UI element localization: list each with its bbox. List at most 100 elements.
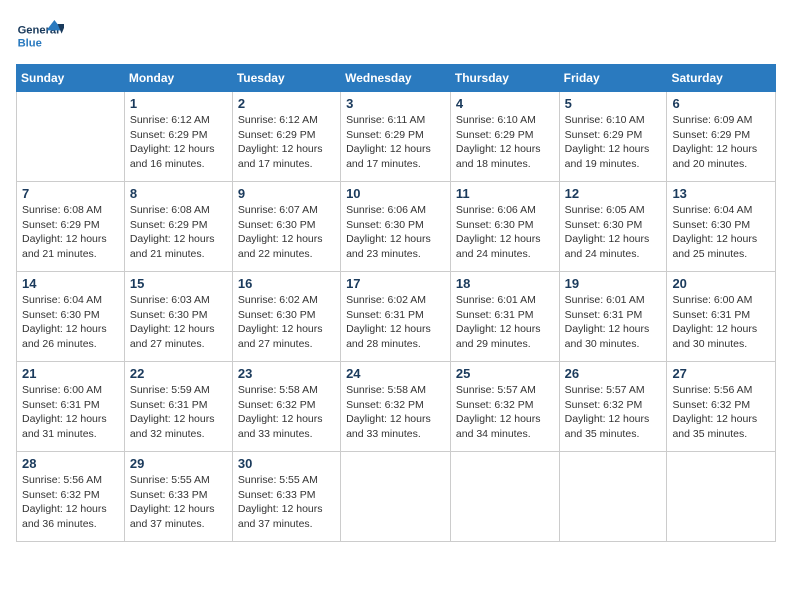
day-number: 8 — [130, 186, 227, 201]
logo: General Blue — [16, 16, 68, 56]
day-number: 12 — [565, 186, 662, 201]
day-info: Sunrise: 5:58 AMSunset: 6:32 PMDaylight:… — [238, 383, 335, 442]
day-number: 14 — [22, 276, 119, 291]
day-header-monday: Monday — [124, 65, 232, 92]
calendar-cell: 14 Sunrise: 6:04 AMSunset: 6:30 PMDayligh… — [17, 272, 125, 362]
calendar-cell: 24 Sunrise: 5:58 AMSunset: 6:32 PMDayligh… — [341, 362, 451, 452]
calendar-cell: 20 Sunrise: 6:00 AMSunset: 6:31 PMDayligh… — [667, 272, 776, 362]
calendar-cell — [559, 452, 667, 542]
day-info: Sunrise: 5:55 AMSunset: 6:33 PMDaylight:… — [130, 473, 227, 532]
day-number: 20 — [672, 276, 770, 291]
day-info: Sunrise: 5:56 AMSunset: 6:32 PMDaylight:… — [22, 473, 119, 532]
day-header-tuesday: Tuesday — [232, 65, 340, 92]
calendar-cell: 18Sunrise: 6:01 AMSunset: 6:31 PMDayligh… — [450, 272, 559, 362]
calendar-week-row: 28 Sunrise: 5:56 AMSunset: 6:32 PMDayligh… — [17, 452, 776, 542]
calendar-week-row: 1 Sunrise: 6:12 AMSunset: 6:29 PMDaylight… — [17, 92, 776, 182]
day-info: Sunrise: 5:58 AMSunset: 6:32 PMDaylight:… — [346, 383, 445, 442]
calendar-week-row: 21 Sunrise: 6:00 AMSunset: 6:31 PMDayligh… — [17, 362, 776, 452]
calendar-week-row: 7 Sunrise: 6:08 AMSunset: 6:29 PMDaylight… — [17, 182, 776, 272]
calendar-cell: 16 Sunrise: 6:02 AMSunset: 6:30 PMDayligh… — [232, 272, 340, 362]
day-info: Sunrise: 6:08 AMSunset: 6:29 PMDaylight:… — [22, 203, 119, 262]
calendar-cell: 8 Sunrise: 6:08 AMSunset: 6:29 PMDaylight… — [124, 182, 232, 272]
calendar-cell: 28 Sunrise: 5:56 AMSunset: 6:32 PMDayligh… — [17, 452, 125, 542]
calendar-cell: 17Sunrise: 6:02 AMSunset: 6:31 PMDayligh… — [341, 272, 451, 362]
day-number: 16 — [238, 276, 335, 291]
calendar-cell: 30Sunrise: 5:55 AMSunset: 6:33 PMDayligh… — [232, 452, 340, 542]
header: General Blue — [16, 16, 776, 56]
calendar-cell: 19 Sunrise: 6:01 AMSunset: 6:31 PMDayligh… — [559, 272, 667, 362]
calendar-cell — [667, 452, 776, 542]
calendar-cell: 7 Sunrise: 6:08 AMSunset: 6:29 PMDaylight… — [17, 182, 125, 272]
calendar-cell: 13Sunrise: 6:04 AMSunset: 6:30 PMDayligh… — [667, 182, 776, 272]
calendar-week-row: 14 Sunrise: 6:04 AMSunset: 6:30 PMDayligh… — [17, 272, 776, 362]
day-info: Sunrise: 6:00 AMSunset: 6:31 PMDaylight:… — [672, 293, 770, 352]
day-info: Sunrise: 6:02 AMSunset: 6:30 PMDaylight:… — [238, 293, 335, 352]
day-info: Sunrise: 6:11 AMSunset: 6:29 PMDaylight:… — [346, 113, 445, 172]
calendar-cell: 1 Sunrise: 6:12 AMSunset: 6:29 PMDaylight… — [124, 92, 232, 182]
calendar-cell — [17, 92, 125, 182]
day-number: 21 — [22, 366, 119, 381]
day-number: 9 — [238, 186, 335, 201]
day-info: Sunrise: 6:00 AMSunset: 6:31 PMDaylight:… — [22, 383, 119, 442]
day-number: 23 — [238, 366, 335, 381]
calendar-cell: 9Sunrise: 6:07 AMSunset: 6:30 PMDaylight… — [232, 182, 340, 272]
day-number: 11 — [456, 186, 554, 201]
calendar-cell: 23 Sunrise: 5:58 AMSunset: 6:32 PMDayligh… — [232, 362, 340, 452]
day-info: Sunrise: 5:56 AMSunset: 6:32 PMDaylight:… — [672, 383, 770, 442]
day-number: 27 — [672, 366, 770, 381]
day-header-saturday: Saturday — [667, 65, 776, 92]
day-number: 25 — [456, 366, 554, 381]
calendar-cell: 27 Sunrise: 5:56 AMSunset: 6:32 PMDayligh… — [667, 362, 776, 452]
calendar-cell: 3 Sunrise: 6:11 AMSunset: 6:29 PMDaylight… — [341, 92, 451, 182]
day-info: Sunrise: 6:03 AMSunset: 6:30 PMDaylight:… — [130, 293, 227, 352]
day-info: Sunrise: 6:05 AMSunset: 6:30 PMDaylight:… — [565, 203, 662, 262]
day-number: 22 — [130, 366, 227, 381]
calendar-cell — [341, 452, 451, 542]
day-number: 4 — [456, 96, 554, 111]
day-info: Sunrise: 5:59 AMSunset: 6:31 PMDaylight:… — [130, 383, 227, 442]
day-header-friday: Friday — [559, 65, 667, 92]
calendar-cell: 25 Sunrise: 5:57 AMSunset: 6:32 PMDayligh… — [450, 362, 559, 452]
calendar-cell: 10 Sunrise: 6:06 AMSunset: 6:30 PMDayligh… — [341, 182, 451, 272]
day-info: Sunrise: 5:57 AMSunset: 6:32 PMDaylight:… — [456, 383, 554, 442]
day-info: Sunrise: 6:10 AMSunset: 6:29 PMDaylight:… — [565, 113, 662, 172]
day-header-wednesday: Wednesday — [341, 65, 451, 92]
calendar-cell: 21 Sunrise: 6:00 AMSunset: 6:31 PMDayligh… — [17, 362, 125, 452]
calendar-table: SundayMondayTuesdayWednesdayThursdayFrid… — [16, 64, 776, 542]
day-number: 19 — [565, 276, 662, 291]
day-number: 10 — [346, 186, 445, 201]
day-number: 28 — [22, 456, 119, 471]
day-number: 30 — [238, 456, 335, 471]
day-info: Sunrise: 6:02 AMSunset: 6:31 PMDaylight:… — [346, 293, 445, 352]
day-number: 13 — [672, 186, 770, 201]
day-number: 5 — [565, 96, 662, 111]
day-number: 18 — [456, 276, 554, 291]
day-info: Sunrise: 5:57 AMSunset: 6:32 PMDaylight:… — [565, 383, 662, 442]
day-info: Sunrise: 6:04 AMSunset: 6:30 PMDaylight:… — [22, 293, 119, 352]
calendar-cell: 5 Sunrise: 6:10 AMSunset: 6:29 PMDaylight… — [559, 92, 667, 182]
day-info: Sunrise: 6:09 AMSunset: 6:29 PMDaylight:… — [672, 113, 770, 172]
day-info: Sunrise: 6:08 AMSunset: 6:29 PMDaylight:… — [130, 203, 227, 262]
day-number: 2 — [238, 96, 335, 111]
day-number: 24 — [346, 366, 445, 381]
day-header-thursday: Thursday — [450, 65, 559, 92]
calendar-cell: 6 Sunrise: 6:09 AMSunset: 6:29 PMDaylight… — [667, 92, 776, 182]
calendar-cell: 22 Sunrise: 5:59 AMSunset: 6:31 PMDayligh… — [124, 362, 232, 452]
calendar-cell: 2Sunrise: 6:12 AMSunset: 6:29 PMDaylight… — [232, 92, 340, 182]
calendar-cell — [450, 452, 559, 542]
calendar-cell: 15 Sunrise: 6:03 AMSunset: 6:30 PMDayligh… — [124, 272, 232, 362]
day-number: 1 — [130, 96, 227, 111]
day-info: Sunrise: 6:06 AMSunset: 6:30 PMDaylight:… — [346, 203, 445, 262]
day-number: 6 — [672, 96, 770, 111]
day-info: Sunrise: 6:01 AMSunset: 6:31 PMDaylight:… — [565, 293, 662, 352]
day-number: 7 — [22, 186, 119, 201]
day-info: Sunrise: 6:12 AMSunset: 6:29 PMDaylight:… — [130, 113, 227, 172]
day-number: 15 — [130, 276, 227, 291]
calendar-cell: 11Sunrise: 6:06 AMSunset: 6:30 PMDayligh… — [450, 182, 559, 272]
calendar-cell: 29Sunrise: 5:55 AMSunset: 6:33 PMDayligh… — [124, 452, 232, 542]
calendar-cell: 26Sunrise: 5:57 AMSunset: 6:32 PMDayligh… — [559, 362, 667, 452]
day-header-sunday: Sunday — [17, 65, 125, 92]
day-number: 3 — [346, 96, 445, 111]
day-info: Sunrise: 6:10 AMSunset: 6:29 PMDaylight:… — [456, 113, 554, 172]
calendar-cell: 12 Sunrise: 6:05 AMSunset: 6:30 PMDayligh… — [559, 182, 667, 272]
